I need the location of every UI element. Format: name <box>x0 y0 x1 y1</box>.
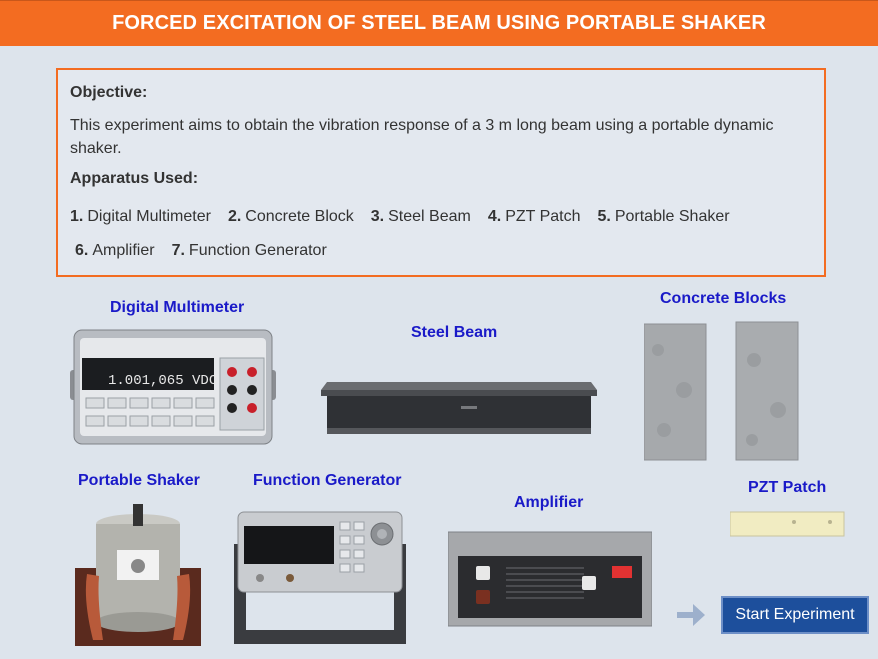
apparatus-item: 7. Function Generator <box>171 242 327 259</box>
apparatus-heading: Apparatus Used: <box>70 170 199 187</box>
label-pzt-patch: PZT Patch <box>748 479 827 496</box>
apparatus-item: 1. Digital Multimeter <box>70 208 211 225</box>
label-multimeter: Digital Multimeter <box>110 299 245 316</box>
apparatus-item: 6. Amplifier <box>75 242 155 259</box>
pzt-patch-image[interactable] <box>730 508 846 540</box>
portable-shaker-image[interactable] <box>73 500 203 646</box>
label-amplifier: Amplifier <box>514 494 584 511</box>
apparatus-item: 2. Concrete Block <box>227 208 354 225</box>
amplifier-image[interactable] <box>448 528 652 630</box>
arrow-right-icon <box>677 604 705 626</box>
objective-panel: Objective: This experiment aims to obtai… <box>56 68 826 277</box>
apparatus-item: 4. PZT Patch <box>487 208 581 225</box>
label-portable-shaker: Portable Shaker <box>78 472 200 489</box>
apparatus-item: 5. Portable Shaker <box>597 208 730 225</box>
label-function-generator: Function Generator <box>253 472 402 489</box>
concrete-blocks-image[interactable] <box>644 320 800 462</box>
apparatus-item: 3. Steel Beam <box>370 208 471 225</box>
function-generator-image[interactable] <box>230 510 410 646</box>
objective-text: This experiment aims to obtain the vibra… <box>70 117 774 157</box>
objective-heading: Objective: <box>70 84 148 101</box>
start-experiment-button[interactable]: Start Experiment <box>721 596 869 634</box>
digital-multimeter-image[interactable]: 1.001,065 VDC <box>64 328 282 448</box>
steel-beam-image[interactable] <box>321 372 597 436</box>
label-concrete-blocks: Concrete Blocks <box>660 290 787 307</box>
apparatus-list: 1. Digital Multimeter 2. Concrete Block 3.… <box>70 200 812 268</box>
label-steel-beam: Steel Beam <box>411 324 498 341</box>
header-bar: FORCED EXCITATION OF STEEL BEAM USING PO… <box>0 0 878 46</box>
page-title: FORCED EXCITATION OF STEEL BEAM USING PO… <box>112 12 766 34</box>
svg-text:1.001,065 VDC: 1.001,065 VDC <box>108 373 217 389</box>
